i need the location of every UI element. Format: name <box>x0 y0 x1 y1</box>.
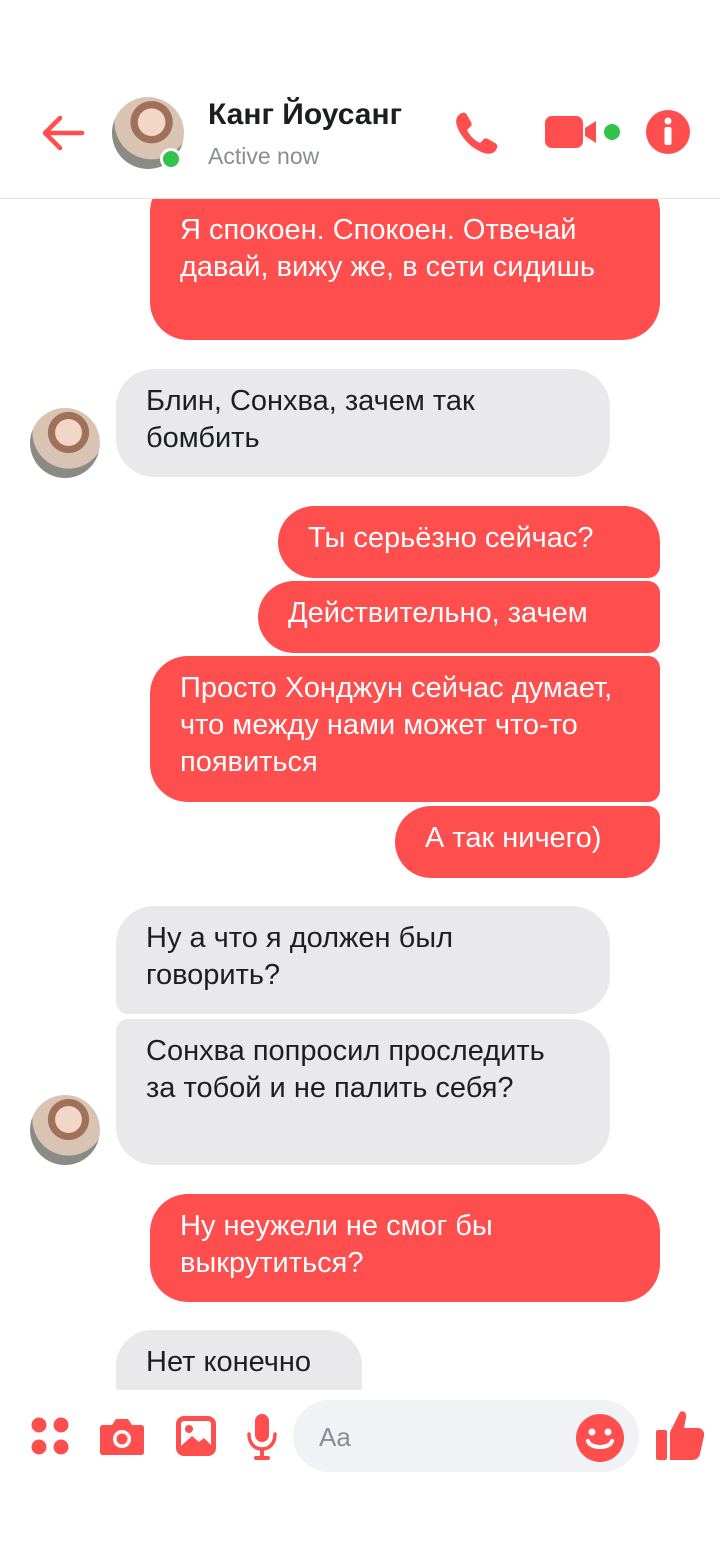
message-bubble-incoming[interactable]: Ну а что я должен был говорить? <box>116 906 610 1014</box>
message-bubble-outgoing[interactable]: Просто Хонджун сейчас думает, что между … <box>150 656 660 802</box>
info-icon[interactable] <box>644 108 692 156</box>
contact-avatar-small[interactable] <box>30 1095 100 1165</box>
message-bubble-outgoing[interactable]: А так ничего) <box>395 806 660 878</box>
conversation-header: Канг Йоусанг Active now <box>0 0 720 199</box>
apps-icon[interactable] <box>30 1416 70 1456</box>
emoji-icon[interactable] <box>575 1413 625 1463</box>
message-bubble-incoming[interactable]: Блин, Сонхва, зачем так бомбить <box>116 369 610 477</box>
contact-name[interactable]: Канг Йоусанг <box>208 98 402 132</box>
gallery-icon[interactable] <box>174 1414 218 1458</box>
message-bubble-outgoing[interactable]: Ты серьёзно сейчас? <box>278 506 660 578</box>
message-bubble-incoming[interactable]: Сонхва попросил проследить за тобой и не… <box>116 1019 610 1165</box>
microphone-icon[interactable] <box>246 1412 278 1462</box>
online-status-dot <box>160 148 182 170</box>
back-arrow-icon[interactable] <box>38 108 88 158</box>
camera-icon[interactable] <box>99 1415 145 1457</box>
active-status: Active now <box>208 143 320 169</box>
thumbs-up-icon[interactable] <box>654 1408 706 1462</box>
message-bubble-outgoing[interactable]: Я спокоен. Спокоен. Отвечай давай, вижу … <box>150 198 660 340</box>
message-input[interactable] <box>317 1400 571 1474</box>
message-list[interactable]: Я спокоен. Спокоен. Отвечай давай, вижу … <box>0 198 720 1390</box>
contact-avatar-small[interactable] <box>30 408 100 478</box>
message-bubble-outgoing[interactable]: Ну неужели не смог бы выкрутиться? <box>150 1194 660 1302</box>
message-bubble-incoming[interactable]: Нет конечно <box>116 1330 362 1390</box>
phone-icon[interactable] <box>450 106 504 160</box>
message-bubble-outgoing[interactable]: Действительно, зачем <box>258 581 660 653</box>
video-camera-icon[interactable] <box>542 110 626 154</box>
